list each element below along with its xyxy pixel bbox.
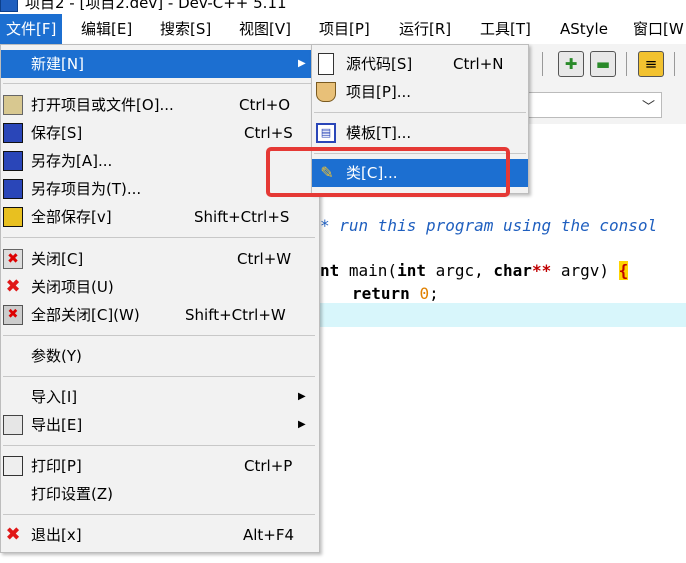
floppy-disk-icon (3, 179, 23, 199)
window-title: 项目2 - [项目2.dev] - Dev-C++ 5.11 (25, 0, 287, 12)
close-all-icon: ✖ (3, 305, 23, 325)
toolbar-separator (674, 52, 675, 76)
menu-item-exit[interactable]: ✖ 退出[x] Alt+F4 (1, 521, 319, 549)
annotation-highlight-box (266, 147, 510, 197)
menu-item-print[interactable]: 打印[P] Ctrl+P (1, 452, 319, 480)
file-menu: 新建[N] ▶ 打开项目或文件[O]... Ctrl+O 保存[S] Ctrl+… (0, 44, 320, 553)
close-file-icon: ✖ (3, 249, 23, 269)
class-browser-icon[interactable]: ≡ (638, 51, 664, 77)
template-icon: ▤ (316, 123, 336, 143)
menu-tools[interactable]: 工具[T] (474, 14, 537, 44)
submenu-item-project[interactable]: 项目[P]... (312, 78, 528, 106)
menu-item-open[interactable]: 打开项目或文件[O]... Ctrl+O (1, 91, 319, 119)
menu-separator (3, 237, 315, 238)
menu-item-close[interactable]: ✖ 关闭[C] Ctrl+W (1, 245, 319, 273)
blank-page-icon (318, 53, 334, 75)
menu-item-save[interactable]: 保存[S] Ctrl+S (1, 119, 319, 147)
menu-separator (3, 83, 315, 84)
current-line-highlight (320, 303, 686, 327)
menu-astyle[interactable]: AStyle (554, 14, 614, 44)
menu-separator (3, 376, 315, 377)
class-combo[interactable]: ﹀ (522, 92, 662, 118)
open-folder-icon (3, 95, 23, 115)
toolbar-separator (626, 52, 627, 76)
menu-item-close-project[interactable]: ✖ 关闭项目(U) (1, 273, 319, 301)
code-line-comment: * run this program using the consol (320, 216, 658, 235)
menu-item-save-all[interactable]: 全部保存[v] Shift+Ctrl+S (1, 203, 319, 231)
submenu-arrow-icon: ▶ (298, 419, 306, 430)
code-line-return: return 0; (352, 284, 439, 303)
save-all-icon (3, 207, 23, 227)
menu-item-export[interactable]: 导出[E] ▶ (1, 411, 319, 439)
project-icon (316, 82, 336, 102)
title-bar: 项目2 - [项目2.dev] - Dev-C++ 5.11 (0, 0, 686, 14)
red-x-icon: ✖ (5, 276, 21, 297)
red-x-icon: ✖ (5, 524, 21, 545)
app-icon (0, 0, 18, 12)
menu-separator (3, 445, 315, 446)
chevron-down-icon: ﹀ (641, 100, 655, 115)
toolbar-separator (542, 52, 543, 76)
submenu-item-source-code[interactable]: 源代码[S] Ctrl+N (312, 50, 528, 78)
menu-window[interactable]: 窗口[W (627, 14, 686, 44)
menu-item-print-setup[interactable]: 打印设置(Z) (1, 480, 319, 508)
menu-separator (3, 335, 315, 336)
printer-icon (3, 456, 23, 476)
menu-separator (3, 514, 315, 515)
menu-view[interactable]: 视图[V] (233, 14, 297, 44)
menu-edit[interactable]: 编辑[E] (75, 14, 138, 44)
submenu-arrow-icon: ▶ (298, 58, 306, 69)
menu-bar: 文件[F] 编辑[E] 搜索[S] 视图[V] 项目[P] 运行[R] 工具[T… (0, 14, 686, 44)
menu-search[interactable]: 搜索[S] (154, 14, 217, 44)
menu-item-import[interactable]: 导入[I] ▶ (1, 383, 319, 411)
add-icon[interactable]: ✚ (558, 51, 584, 77)
menu-item-parameters[interactable]: 参数(Y) (1, 342, 319, 370)
menu-project[interactable]: 项目[P] (313, 14, 376, 44)
menu-run[interactable]: 运行[R] (393, 14, 457, 44)
remove-icon[interactable]: ▬ (590, 51, 616, 77)
submenu-item-template[interactable]: ▤ 模板[T]... (312, 119, 528, 147)
code-line-main: nt main(int argc, char** argv) { (320, 261, 629, 280)
floppy-disk-icon (3, 123, 23, 143)
export-icon (3, 415, 23, 435)
menu-file[interactable]: 文件[F] (0, 14, 63, 44)
menu-item-new[interactable]: 新建[N] ▶ (1, 50, 319, 78)
floppy-disk-icon (3, 151, 23, 171)
menu-item-close-all[interactable]: ✖ 全部关闭[C](W) Shift+Ctrl+W (1, 301, 319, 329)
submenu-arrow-icon: ▶ (298, 391, 306, 402)
menu-separator (314, 112, 526, 113)
